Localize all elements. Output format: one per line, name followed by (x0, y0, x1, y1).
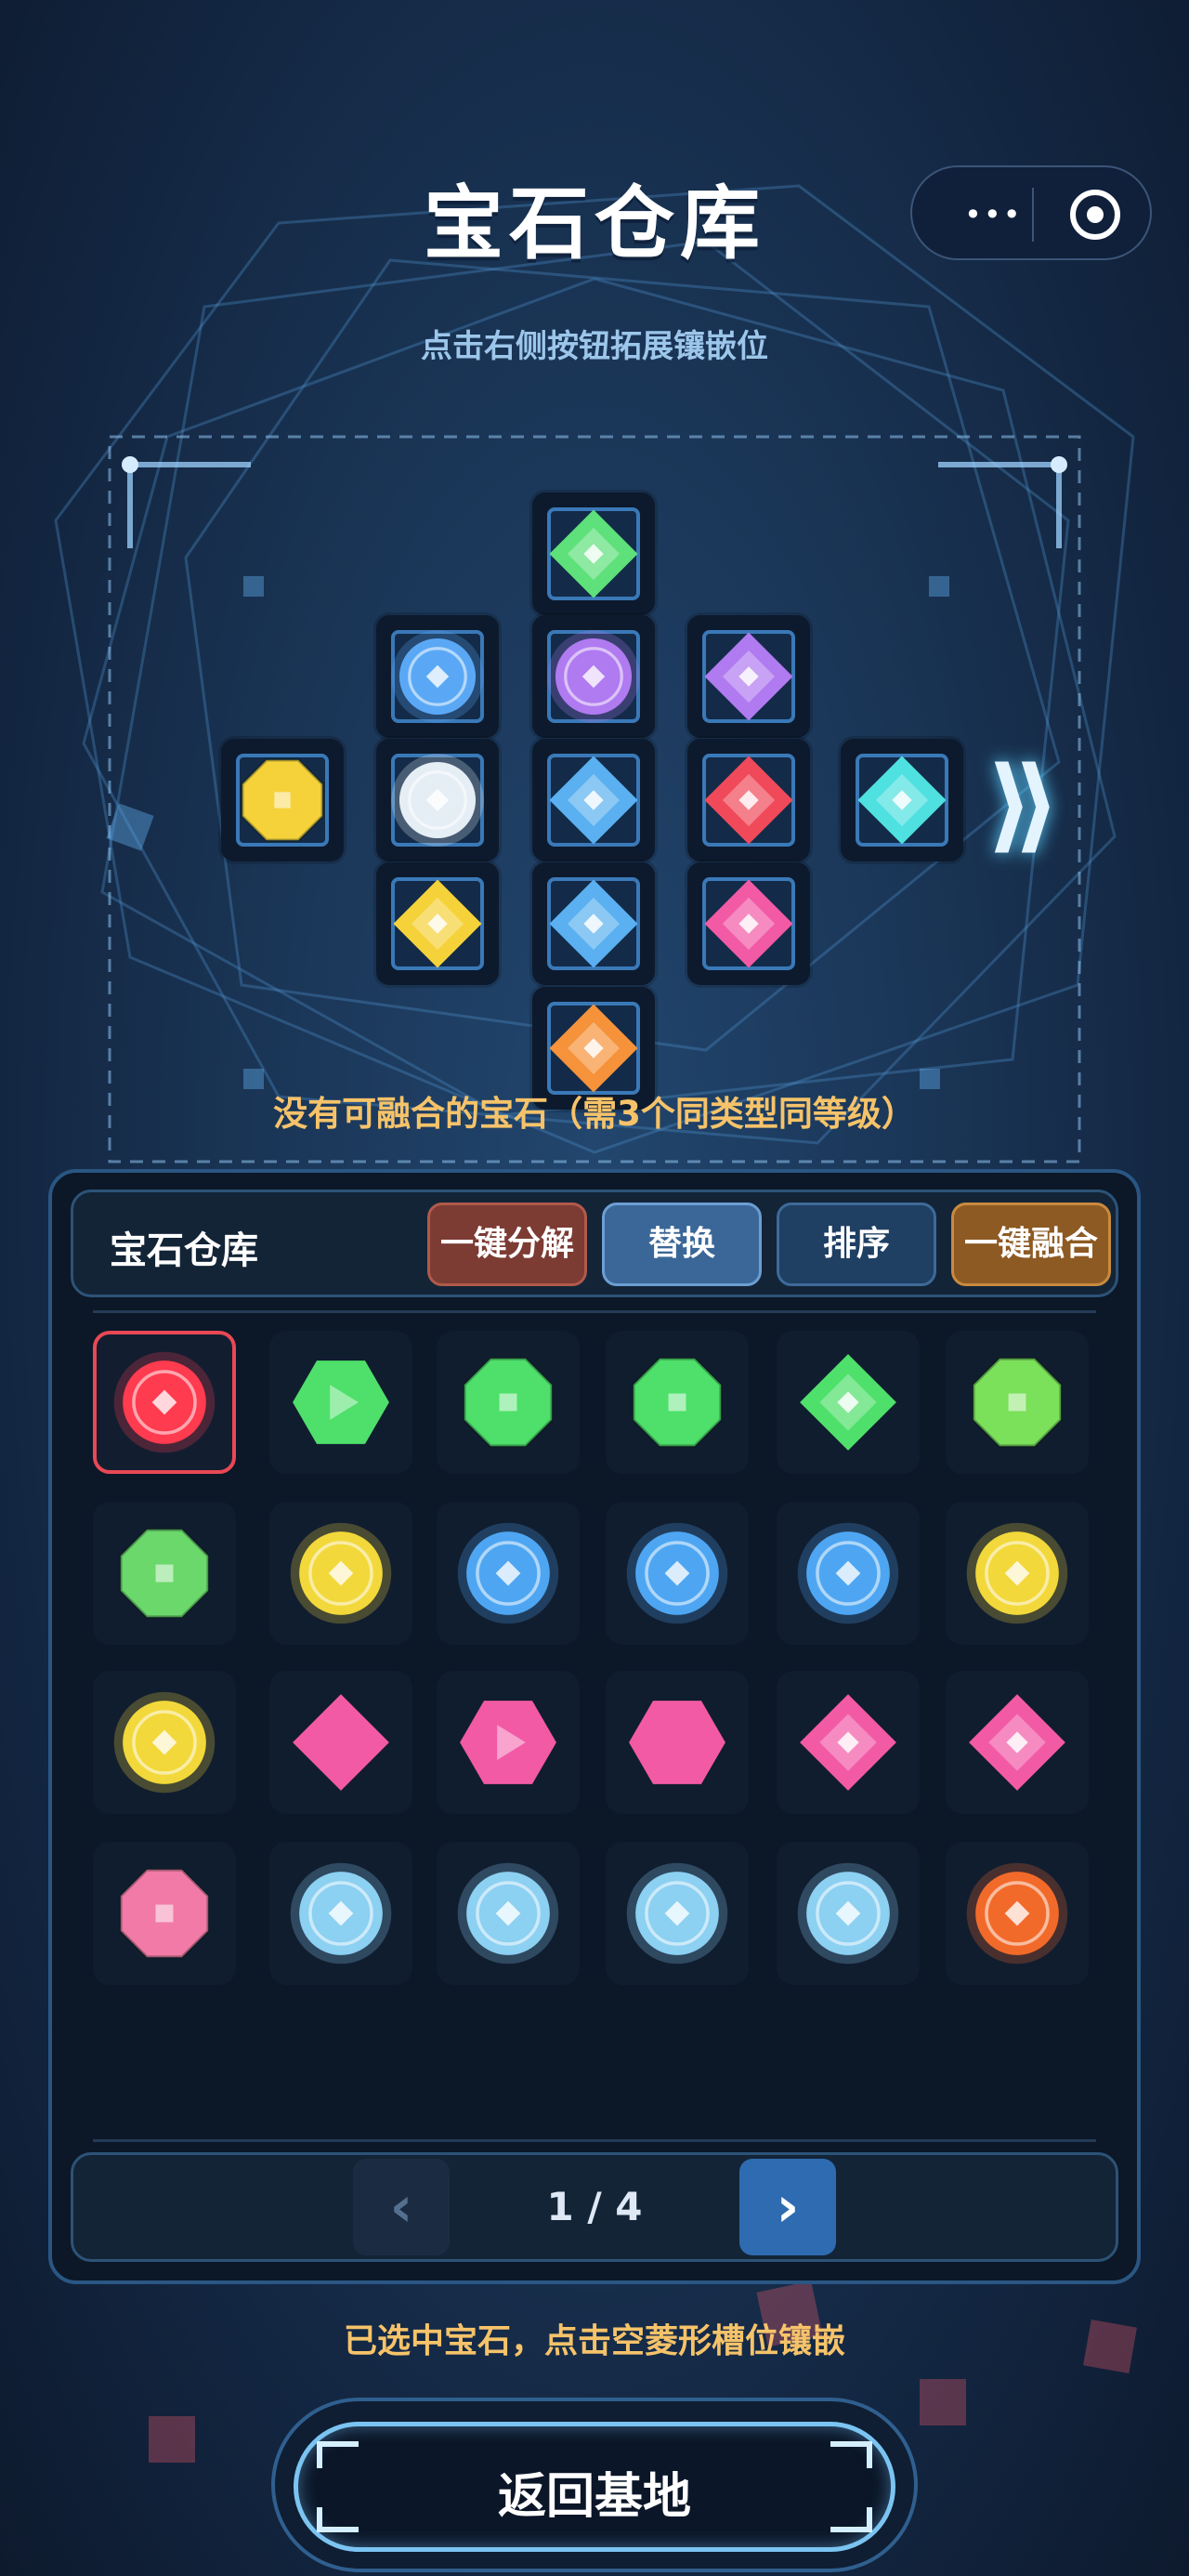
inventory-gem[interactable] (946, 1671, 1089, 1814)
chevron-left-icon[interactable]: ‹ (353, 2159, 450, 2255)
orb-gem-icon (290, 1862, 392, 1965)
inventory-gem[interactable] (946, 1502, 1089, 1645)
orb-gem-icon (457, 1862, 559, 1965)
gem-slot[interactable] (687, 739, 810, 861)
sort-button[interactable]: 排序 (777, 1203, 936, 1286)
inventory-gem[interactable] (606, 1502, 749, 1645)
gem-slot[interactable] (687, 615, 810, 738)
orb-gem-icon (626, 1862, 728, 1965)
green-diamond-gem-icon (549, 509, 638, 598)
inventory-gem[interactable] (93, 1502, 236, 1645)
blue-orb-gem-icon (391, 630, 484, 723)
hexagon-gem-icon (629, 1701, 725, 1784)
gem-slot[interactable] (532, 615, 655, 738)
panel-divider-bottom (93, 2139, 1096, 2142)
panel-divider-top (93, 1310, 1096, 1313)
gem-slot[interactable] (532, 862, 655, 985)
inventory-gem[interactable] (946, 1842, 1089, 1985)
fusion-message: 没有可融合的宝石（需3个同类型同等级） (273, 1094, 916, 1134)
inventory-gem[interactable] (606, 1842, 749, 1985)
inventory-gem[interactable] (606, 1671, 749, 1814)
fuse-all-button[interactable]: 一键融合 (951, 1203, 1111, 1286)
inventory-gem[interactable] (437, 1671, 580, 1814)
decompose-all-button[interactable]: 一键分解 (427, 1203, 587, 1286)
orb-gem-icon (113, 1351, 216, 1453)
red-diamond-gem-icon (704, 756, 793, 845)
page-indicator: 1 / 4 (546, 2184, 643, 2229)
chevron-right-icon[interactable]: › (739, 2159, 836, 2255)
hexagon-play-gem-icon (293, 1360, 389, 1444)
replace-button[interactable]: 替换 (602, 1203, 762, 1286)
yellow-octagon-gem-icon (241, 758, 324, 842)
octagon-gem-icon (972, 1357, 1063, 1448)
gem-slot[interactable] (687, 862, 810, 985)
inventory-gem[interactable] (777, 1842, 920, 1985)
inventory-gem[interactable] (437, 1331, 580, 1474)
inventory-gem-selected[interactable] (93, 1331, 236, 1474)
mini-program-capsule: ••• (910, 165, 1152, 260)
inventory-title: 宝石仓库 (110, 1229, 258, 1272)
blue-diamond-gem-icon (549, 756, 638, 845)
inventory-gem[interactable] (437, 1502, 580, 1645)
more-dots-icon[interactable]: ••• (964, 200, 1023, 230)
expand-slot-hint: 点击右侧按钮拓展镶嵌位 (421, 328, 768, 365)
diamond-gem-icon (969, 1694, 1065, 1791)
inventory-gem[interactable] (269, 1502, 412, 1645)
orb-gem-icon (966, 1862, 1068, 1965)
return-base-label: 返回基地 (497, 2469, 691, 2525)
inventory-gem[interactable] (437, 1842, 580, 1985)
inventory-gem[interactable] (946, 1331, 1089, 1474)
orange-diamond-gem-icon (549, 1004, 638, 1093)
orb-gem-icon (457, 1522, 559, 1624)
gem-slot[interactable] (532, 493, 655, 615)
orb-gem-icon (797, 1862, 899, 1965)
inventory-gem[interactable] (777, 1671, 920, 1814)
selection-message: 已选中宝石，点击空菱形槽位镶嵌 (343, 2322, 845, 2360)
inventory-gem[interactable] (606, 1331, 749, 1474)
blue-diamond-gem-icon (549, 879, 638, 968)
octagon-gem-icon (119, 1528, 210, 1619)
inventory-gem[interactable] (93, 1842, 236, 1985)
capsule-divider (1032, 188, 1034, 242)
cyan-diamond-gem-icon (857, 756, 947, 845)
double-chevron-right-icon[interactable]: ⟫ (986, 753, 1060, 855)
gem-slot[interactable] (532, 739, 655, 861)
target-close-icon[interactable] (1070, 190, 1120, 240)
inventory-gem[interactable] (269, 1331, 412, 1474)
orb-gem-icon (626, 1522, 728, 1624)
octagon-gem-icon (463, 1357, 554, 1448)
yellow-diamond-gem-icon (393, 879, 482, 968)
gem-slot[interactable] (376, 615, 499, 738)
inventory-gem[interactable] (269, 1842, 412, 1985)
inventory-gem[interactable] (777, 1502, 920, 1645)
white-orb-gem-icon (391, 754, 484, 847)
purple-orb-gem-icon (547, 630, 640, 723)
diamond-flat-gem-icon (293, 1694, 389, 1791)
diamond-gem-icon (800, 1694, 896, 1791)
gem-slot[interactable] (221, 739, 344, 861)
gem-slot[interactable] (376, 739, 499, 861)
purple-diamond-gem-icon (704, 632, 793, 721)
hexagon-play-gem-icon (460, 1701, 556, 1784)
orb-gem-icon (797, 1522, 899, 1624)
pink-diamond-gem-icon (704, 879, 793, 968)
inventory-gem[interactable] (269, 1671, 412, 1814)
diamond-gem-icon (800, 1354, 896, 1451)
gem-slot[interactable] (376, 862, 499, 985)
inventory-gem[interactable] (777, 1331, 920, 1474)
orb-gem-icon (966, 1522, 1068, 1624)
orb-gem-icon (290, 1522, 392, 1624)
gem-slot[interactable] (841, 739, 963, 861)
inventory-gem[interactable] (93, 1671, 236, 1814)
octagon-gem-icon (119, 1868, 210, 1959)
orb-gem-icon (113, 1691, 216, 1794)
octagon-gem-icon (632, 1357, 723, 1448)
